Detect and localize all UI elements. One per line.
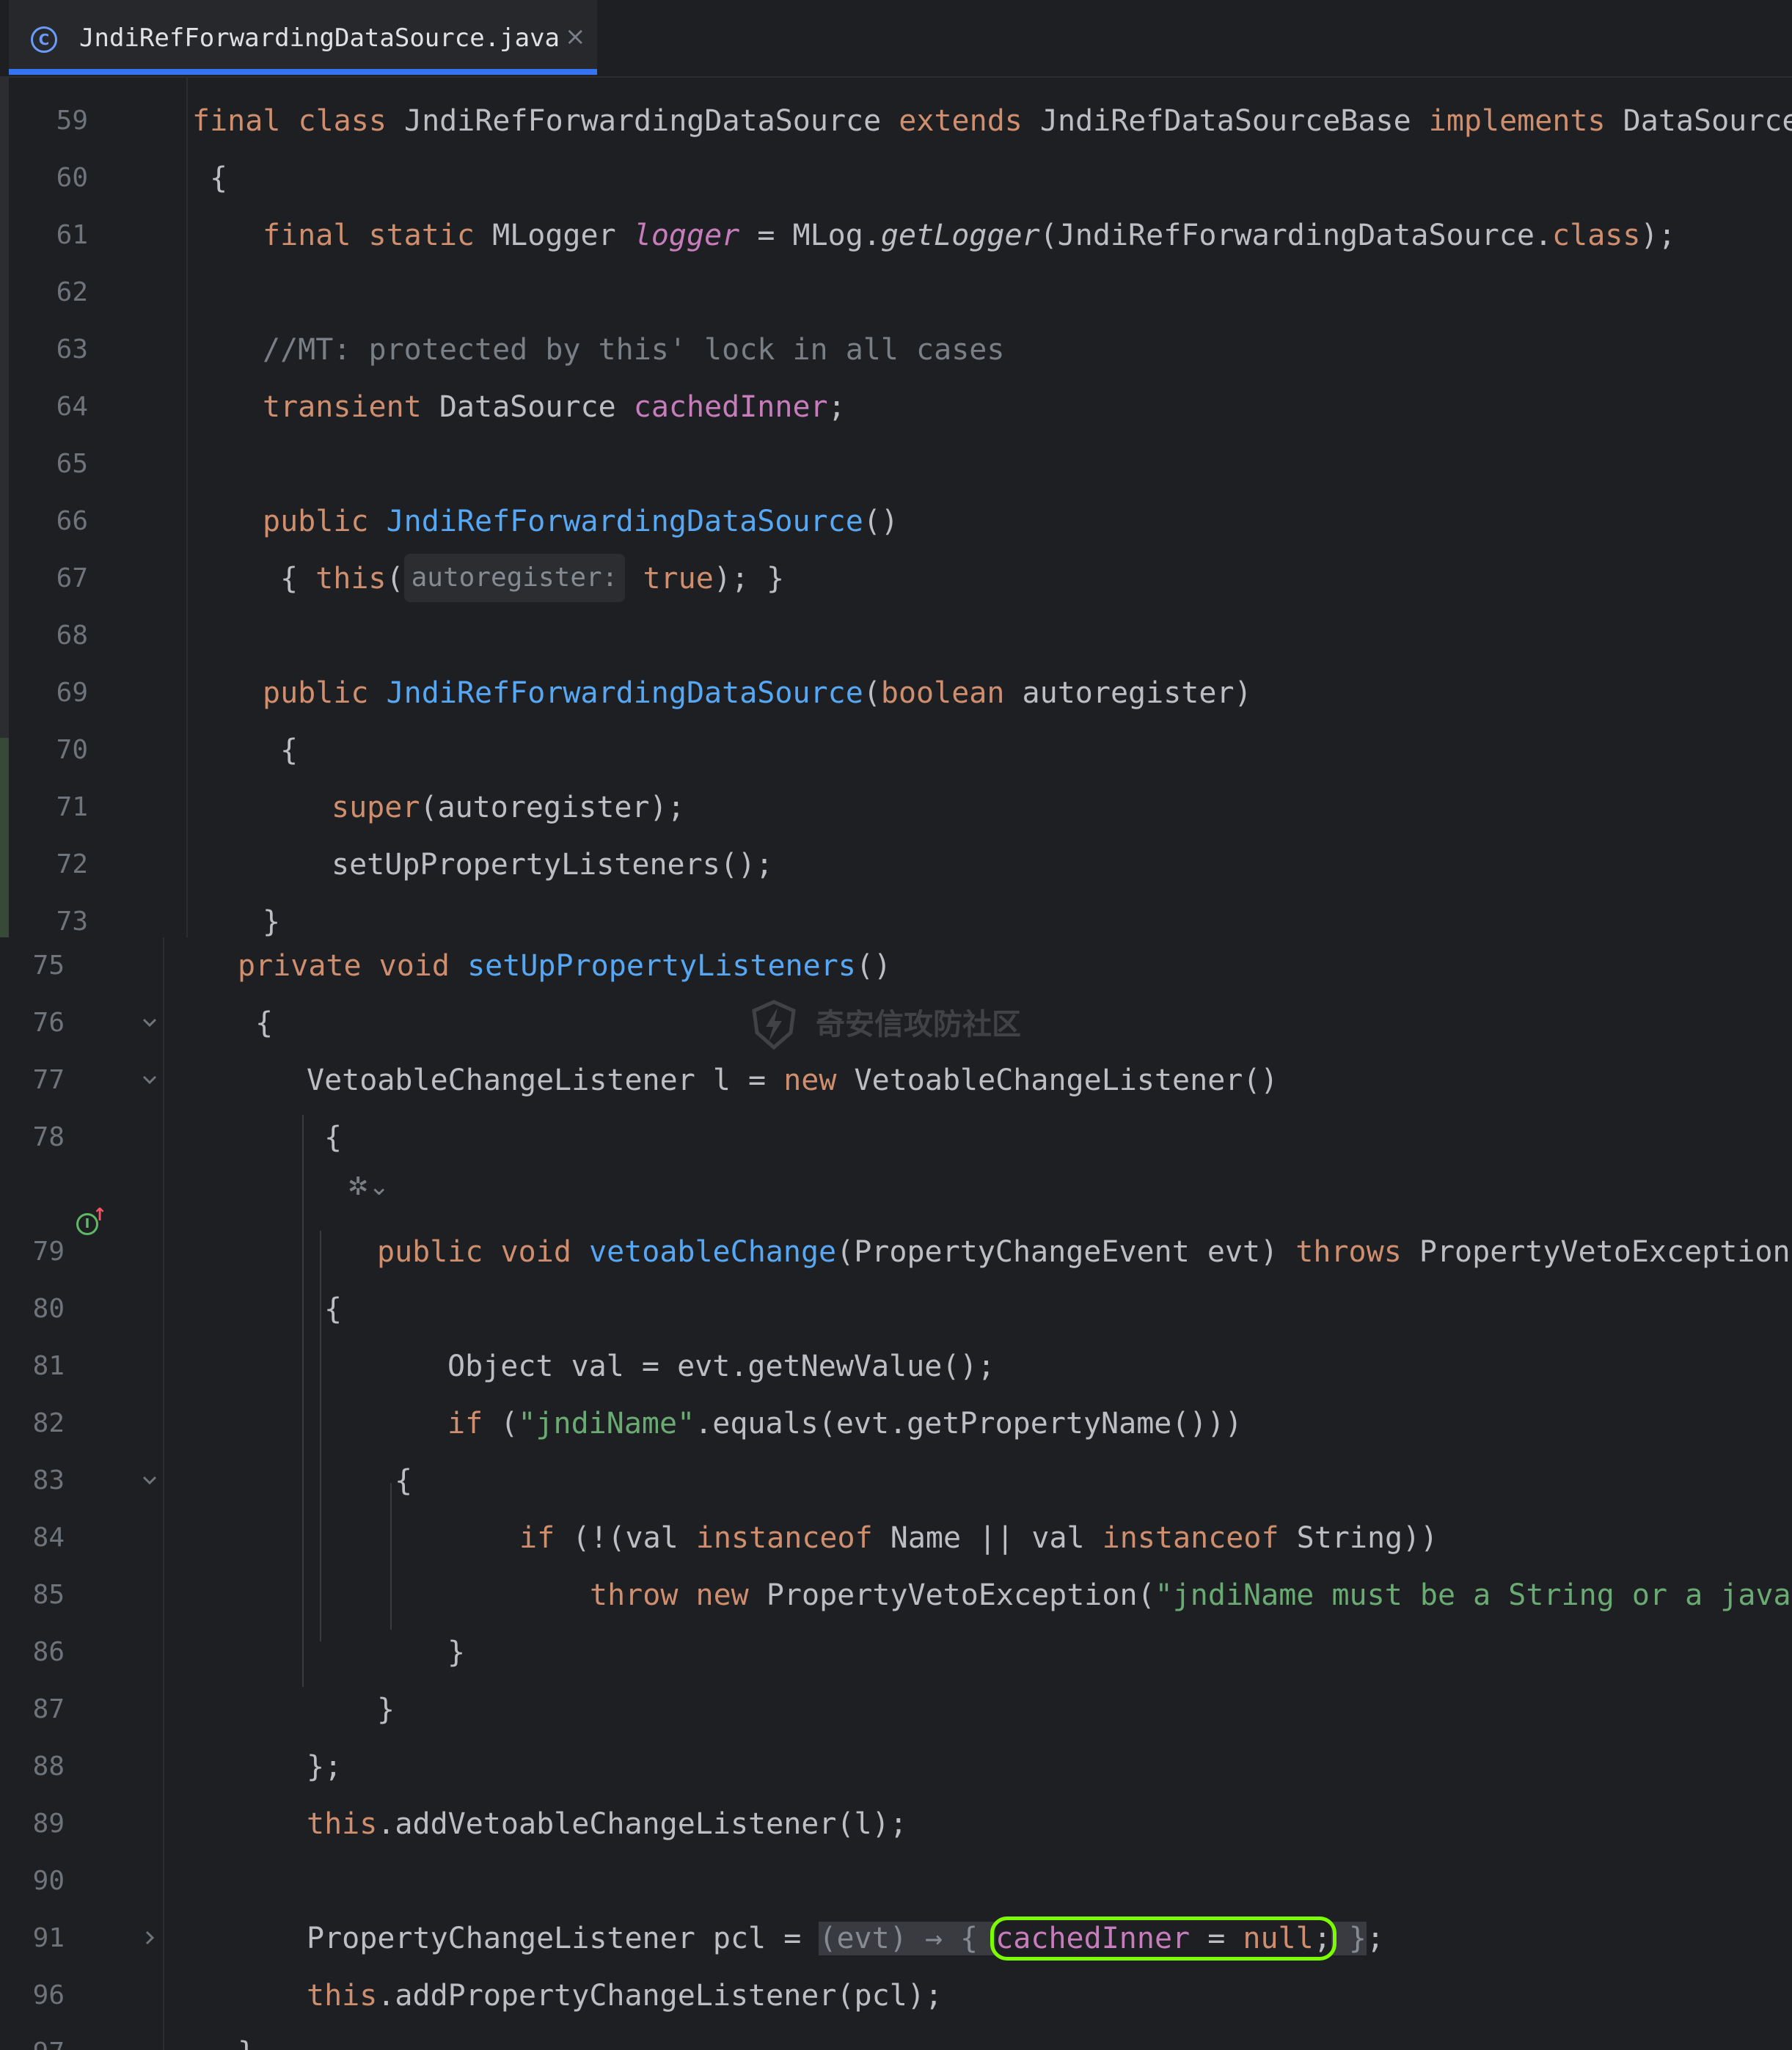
line-number: 66: [56, 506, 88, 536]
close-icon[interactable]: ×: [565, 22, 586, 51]
line-number: 64: [56, 392, 88, 422]
ai-lens-icon[interactable]: ✲⌄: [348, 1172, 390, 1201]
code-line: 91 PropertyChangeListener pcl = (evt) → …: [0, 1910, 1792, 1967]
code-line: 63 //MT: protected by this' lock in all …: [0, 321, 1792, 378]
arrow-up-icon: ↑: [92, 1204, 108, 1225]
line-number: 89: [32, 1809, 65, 1839]
code-line: 62: [0, 264, 1792, 321]
line-number: 70: [56, 735, 88, 765]
line-number: 73: [56, 907, 88, 937]
code-line: 80 {: [0, 1281, 1792, 1338]
line-number: 79: [32, 1237, 65, 1267]
code-line: 79 public void vetoableChange(PropertyCh…: [0, 1223, 1792, 1281]
code-line: 89 this.addVetoableChangeListener(l);: [0, 1795, 1792, 1853]
folded-lambda[interactable]: (evt) → {: [819, 1922, 996, 1955]
highlighted-statement: cachedInner = null;: [990, 1917, 1336, 1961]
editor-pane-bottom[interactable]: 75 private void setUpPropertyListeners()…: [0, 937, 1792, 2050]
code-line: 97 }: [0, 2024, 1792, 2050]
code-line: 88 };: [0, 1738, 1792, 1795]
code-line: 86 }: [0, 1624, 1792, 1681]
line-number: 87: [32, 1694, 65, 1724]
code-line: 87 }: [0, 1681, 1792, 1738]
lightning-shield-icon: [752, 1000, 796, 1050]
line-number: 80: [32, 1294, 65, 1324]
line-number: 71: [56, 792, 88, 822]
line-number: 61: [56, 220, 88, 250]
code-line: 78 {: [0, 1109, 1792, 1166]
code-line: 65: [0, 436, 1792, 493]
line-number: 67: [56, 563, 88, 593]
line-number: 77: [32, 1065, 65, 1095]
line-number: 91: [32, 1923, 65, 1953]
comment: //MT: protected by this' lock in all cas…: [263, 333, 1005, 367]
code-line: 81 Object val = evt.getNewValue();: [0, 1338, 1792, 1395]
code-line: 82 if ("jndiName".equals(evt.getProperty…: [0, 1395, 1792, 1452]
line-number: 97: [0, 2024, 65, 2050]
line-number: 96: [32, 1980, 65, 2010]
line-number: 75: [32, 951, 65, 981]
code-line: 85 throw new PropertyVetoException("jndi…: [0, 1567, 1792, 1624]
chevron-down-icon[interactable]: [139, 1470, 160, 1490]
code-line: 75 private void setUpPropertyListeners(): [0, 937, 1792, 995]
line-number: 59: [56, 106, 88, 136]
code-line: 70 {: [0, 722, 1792, 779]
code-line: 84 if (!(val instanceof Name || val inst…: [0, 1509, 1792, 1567]
code-line: 69 public JndiRefForwardingDataSource(bo…: [0, 665, 1792, 722]
code-line: 60 {: [0, 150, 1792, 207]
line-number: 86: [32, 1637, 65, 1667]
parameter-hint: autoregister:: [403, 554, 626, 602]
java-class-icon: C: [31, 26, 57, 53]
chevron-down-icon[interactable]: [139, 1012, 160, 1033]
line-number: 83: [32, 1465, 65, 1496]
code-line: 72 setUpPropertyListeners();: [0, 836, 1792, 893]
code-line: 68: [0, 607, 1792, 665]
chevron-down-icon[interactable]: [139, 1069, 160, 1090]
code-line: 64 transient DataSource cachedInner;: [0, 378, 1792, 436]
line-number: 82: [32, 1408, 65, 1438]
watermark-text: 奇安信攻防社区: [816, 1008, 1021, 1042]
code-line: 73 }: [0, 893, 1792, 937]
code-line: 66 public JndiRefForwardingDataSource(): [0, 493, 1792, 550]
tab-filename: JndiRefForwardingDataSource.java: [79, 23, 560, 53]
chevron-right-icon[interactable]: [139, 1928, 160, 1948]
line-number: 63: [56, 334, 88, 365]
line-number: 85: [32, 1580, 65, 1610]
line-number: 76: [32, 1008, 65, 1038]
editor-pane-top[interactable]: 59 final class JndiRefForwardingDataSour…: [0, 78, 1792, 937]
line-number: 90: [32, 1866, 65, 1896]
code-line: 67 { this(autoregister: true); }: [0, 550, 1792, 607]
line-number: 78: [32, 1122, 65, 1152]
code-line: 61 final static MLogger logger = MLog.ge…: [0, 207, 1792, 264]
line-number: 72: [56, 849, 88, 879]
line-number: 88: [32, 1751, 65, 1782]
code-line: 59 final class JndiRefForwardingDataSour…: [0, 92, 1792, 150]
editor-tab[interactable]: C JndiRefForwardingDataSource.java ×: [9, 0, 597, 75]
tab-active-indicator: [9, 69, 597, 75]
line-number: 68: [56, 621, 88, 651]
line-number: 84: [32, 1523, 65, 1553]
code-line: 83 {: [0, 1452, 1792, 1509]
line-number: 60: [56, 163, 88, 193]
line-number: 81: [32, 1351, 65, 1381]
code-line: 90: [0, 1853, 1792, 1910]
watermark: 奇安信攻防社区: [748, 992, 1056, 1058]
line-number: 69: [56, 678, 88, 708]
editor-tab-bar: C JndiRefForwardingDataSource.java ×: [0, 0, 1792, 78]
code-line: 96 this.addPropertyChangeListener(pcl);: [0, 1967, 1792, 2024]
code-line: 77 VetoableChangeListener l = new Vetoab…: [0, 1052, 1792, 1109]
code-line: 71 super(autoregister);: [0, 779, 1792, 836]
line-number: 62: [56, 277, 88, 307]
line-number: 65: [56, 449, 88, 479]
